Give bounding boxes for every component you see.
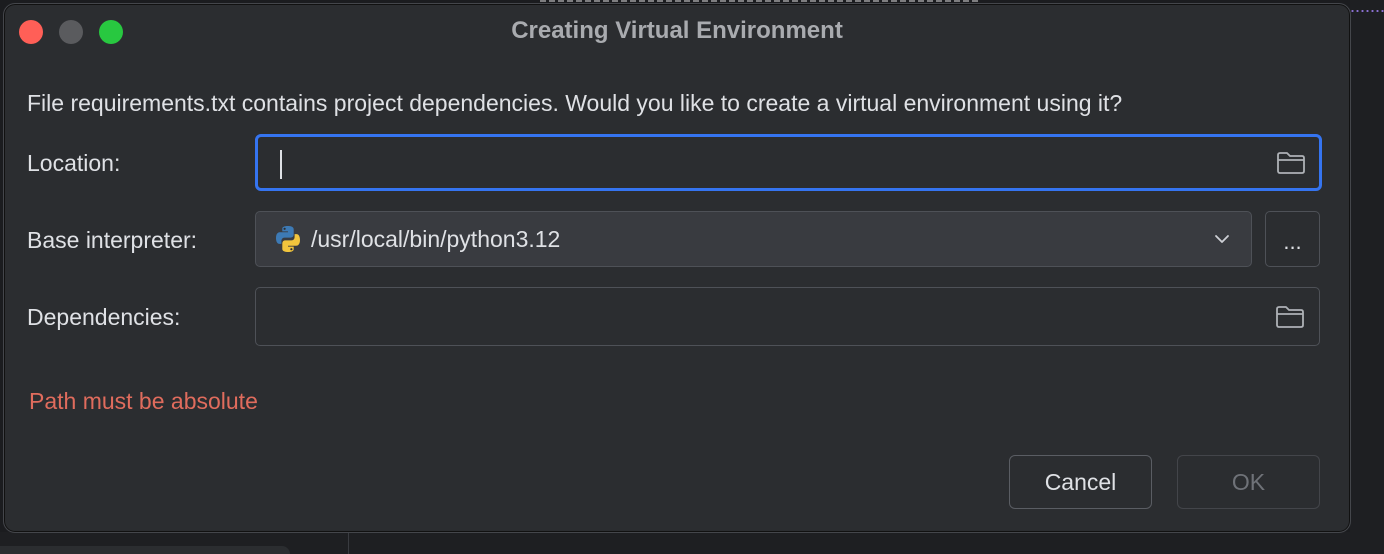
folder-icon[interactable] — [1275, 305, 1305, 329]
cancel-button[interactable]: Cancel — [1009, 455, 1152, 509]
python-icon — [276, 226, 300, 252]
dialog-title: Creating Virtual Environment — [511, 17, 843, 44]
background-window-title-fragment — [540, 0, 980, 2]
validation-error: Path must be absolute — [29, 388, 258, 414]
dependencies-field[interactable] — [255, 287, 1320, 346]
chevron-down-icon — [1215, 235, 1229, 243]
base-interpreter-dropdown[interactable]: /usr/local/bin/python3.12 — [255, 211, 1252, 267]
background-editor-edge — [1350, 0, 1384, 554]
dialog-titlebar: Creating Virtual Environment — [4, 4, 1350, 60]
location-input[interactable] — [276, 143, 1260, 185]
dependencies-label: Dependencies: — [27, 304, 181, 330]
base-interpreter-value: /usr/local/bin/python3.12 — [311, 226, 561, 252]
text-caret — [280, 150, 282, 179]
folder-icon[interactable] — [1276, 151, 1306, 175]
dependencies-input[interactable] — [272, 296, 1256, 338]
browse-interpreter-button[interactable]: ... — [1265, 211, 1320, 267]
background-divider — [348, 532, 349, 554]
background-tab — [0, 546, 290, 554]
location-label: Location: — [27, 150, 121, 176]
background-dotted-underline — [1350, 10, 1384, 12]
ok-button[interactable]: OK — [1177, 455, 1320, 509]
base-interpreter-label: Base interpreter: — [27, 227, 198, 253]
dialog-message: File requirements.txt contains project d… — [27, 90, 1123, 116]
create-venv-dialog: Creating Virtual Environment File requir… — [3, 3, 1351, 533]
location-field[interactable] — [255, 134, 1322, 191]
